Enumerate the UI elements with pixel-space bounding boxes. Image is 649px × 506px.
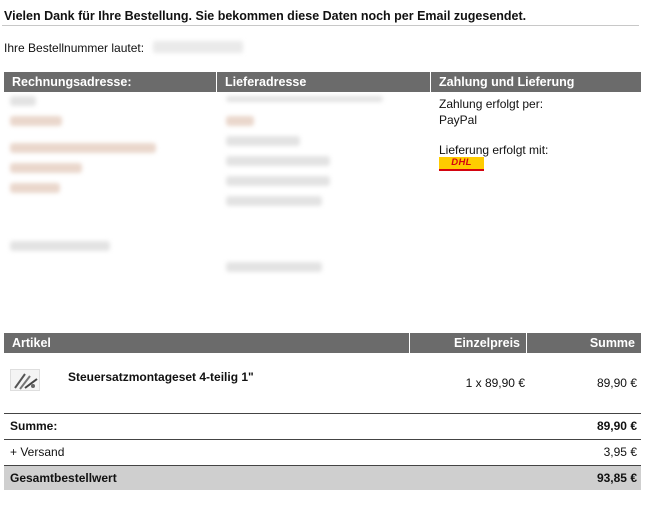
article-table-header: Artikel Einzelpreis Summe xyxy=(4,333,641,353)
shipping-cost-value: 3,95 € xyxy=(603,445,637,459)
subtotal-value: 89,90 € xyxy=(596,419,637,433)
product-thumbnail[interactable] xyxy=(10,369,40,391)
grand-total-value: 93,85 € xyxy=(596,471,637,485)
col-sum: Summe xyxy=(589,336,635,350)
divider xyxy=(2,25,639,26)
col-payment-delivery: Zahlung und Lieferung xyxy=(439,75,575,89)
col-article: Artikel xyxy=(4,333,410,353)
grand-total-label: Gesamtbestellwert xyxy=(10,471,117,485)
dhl-logo-icon: DHL xyxy=(439,157,484,171)
col-billing-address: Rechnungsadresse: xyxy=(4,72,217,92)
subtotal-label: Summe: xyxy=(10,419,58,433)
address-table-header: Rechnungsadresse: Lieferadresse Zahlung … xyxy=(4,72,641,92)
product-unit-price: 1 x 89,90 € xyxy=(465,376,525,390)
col-shipping-address: Lieferadresse xyxy=(217,72,431,92)
product-line-sum: 89,90 € xyxy=(596,376,637,390)
subtotal-row: Summe: 89,90 € xyxy=(4,414,641,438)
order-number-line: Ihre Bestellnummer lautet: xyxy=(4,41,244,55)
payment-method: PayPal xyxy=(439,113,478,127)
order-number-label: Ihre Bestellnummer lautet: xyxy=(4,41,145,55)
shipping-label: Lieferung erfolgt mit: xyxy=(439,143,549,157)
page-title: Vielen Dank für Ihre Bestellung. Sie bek… xyxy=(4,9,527,23)
payment-label: Zahlung erfolgt per: xyxy=(439,97,544,111)
product-name[interactable]: Steuersatzmontageset 4-teilig 1" xyxy=(68,370,254,384)
order-number-redacted xyxy=(153,41,244,53)
shipping-cost-label: + Versand xyxy=(10,445,65,459)
col-unit-price: Einzelpreis xyxy=(410,333,527,353)
shipping-cost-row: + Versand 3,95 € xyxy=(4,440,641,464)
grand-total-row: Gesamtbestellwert 93,85 € xyxy=(4,466,641,490)
